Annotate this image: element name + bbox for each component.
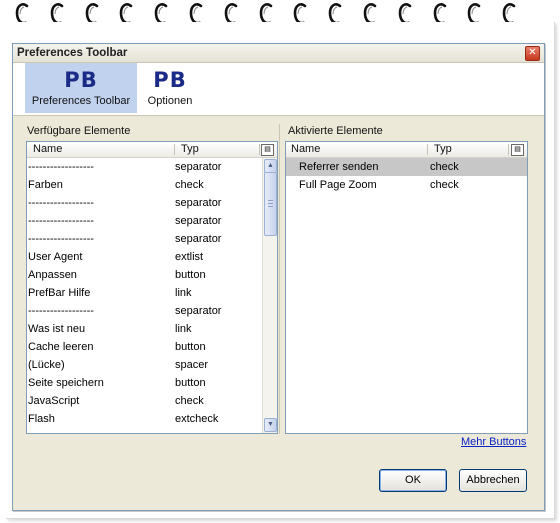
item-name: ------------------ <box>28 233 94 245</box>
title-bar[interactable]: Preferences Toolbar ✕ <box>13 44 544 63</box>
column-header-name[interactable]: Name <box>33 143 62 155</box>
ok-button[interactable]: OK <box>379 469 447 492</box>
prefbar-logo-icon: PB <box>153 68 187 92</box>
column-divider <box>174 144 175 155</box>
list-item[interactable]: ------------------ separator <box>27 230 277 248</box>
more-buttons-link[interactable]: Mehr Buttons <box>461 436 526 448</box>
item-type: extlist <box>175 251 204 263</box>
item-type: button <box>175 341 206 353</box>
active-elements-list[interactable]: Name Typ ▤ Referrer senden check Full Page… <box>285 141 528 434</box>
list-item[interactable]: Cache leeren button <box>27 338 277 356</box>
item-type: separator <box>175 215 222 227</box>
window-title: Preferences Toolbar <box>17 47 128 59</box>
list-item[interactable]: ------------------ separator <box>27 158 277 176</box>
item-type: button <box>175 377 206 389</box>
available-rows: ------------------ separator Farben check --… <box>27 158 277 428</box>
panel-splitter[interactable] <box>279 124 283 434</box>
item-name: Was ist neu <box>28 323 86 335</box>
item-name: (Lücke) <box>28 359 65 371</box>
column-header-name[interactable]: Name <box>291 143 320 155</box>
item-name: Full Page Zoom <box>299 179 377 191</box>
scroll-thumb[interactable] <box>264 172 277 236</box>
item-type: extcheck <box>175 413 219 425</box>
item-type: check <box>430 161 459 173</box>
list-item[interactable]: Farben check <box>27 176 277 194</box>
list-item[interactable]: Anpassen button <box>27 266 277 284</box>
list-item[interactable]: Was ist neu link <box>27 320 277 338</box>
item-name: Cache leeren <box>28 341 94 353</box>
list-item[interactable]: (Lücke) spacer <box>27 356 277 374</box>
item-type: separator <box>175 233 222 245</box>
tab-label: Optionen <box>147 95 193 107</box>
column-header-type[interactable]: Typ <box>181 143 199 155</box>
list-item[interactable]: JavaScript check <box>27 392 277 410</box>
item-name: Farben <box>28 179 63 191</box>
item-name: ------------------ <box>28 215 94 227</box>
active-rows: Referrer senden check Full Page Zoom check <box>286 158 527 194</box>
item-name: Seite speichern <box>28 377 104 389</box>
column-divider <box>508 144 509 155</box>
list-item[interactable]: User Agent extlist <box>27 248 277 266</box>
list-header: Name Typ ▤ <box>286 142 527 158</box>
item-name: Flash <box>28 413 55 425</box>
column-divider <box>427 144 428 155</box>
grip-line <box>268 203 273 204</box>
item-type: separator <box>175 197 222 209</box>
item-name: ------------------ <box>28 161 94 173</box>
item-name: User Agent <box>28 251 83 263</box>
column-header-type[interactable]: Typ <box>434 143 452 155</box>
grip-line <box>268 206 273 207</box>
grip-line <box>268 200 273 201</box>
close-button[interactable]: ✕ <box>525 46 540 61</box>
close-icon: ✕ <box>528 47 537 58</box>
available-elements-list[interactable]: Name Typ ▤ ------------------ separator Fa… <box>26 141 278 434</box>
item-type: check <box>430 179 459 191</box>
item-type: button <box>175 269 206 281</box>
cancel-button[interactable]: Abbrechen <box>459 469 527 492</box>
list-item[interactable]: Referrer senden check <box>286 158 527 176</box>
item-name: JavaScript <box>28 395 80 407</box>
active-elements-label: Aktivierte Elemente <box>288 125 383 137</box>
item-type: spacer <box>175 359 209 371</box>
scroll-up-icon[interactable]: ▲ <box>264 159 277 173</box>
column-picker-icon[interactable]: ▤ <box>511 144 524 156</box>
list-item[interactable]: Seite speichern button <box>27 374 277 392</box>
column-divider <box>259 144 260 155</box>
item-type: link <box>175 323 192 335</box>
column-picker-icon[interactable]: ▤ <box>261 144 274 156</box>
item-name: Anpassen <box>28 269 77 281</box>
tab-label: Preferences Toolbar <box>31 95 131 107</box>
scroll-down-icon[interactable]: ▼ <box>264 418 277 432</box>
preferences-dialog: Preferences Toolbar ✕ PB Preferences Too… <box>12 43 545 511</box>
item-name: ------------------ <box>28 305 94 317</box>
list-item[interactable]: Full Page Zoom check <box>286 176 527 194</box>
list-header: Name Typ ▤ <box>27 142 277 158</box>
list-item[interactable]: ------------------ separator <box>27 212 277 230</box>
category-toolbar: PB Preferences Toolbar PB Optionen <box>13 63 544 116</box>
item-type: separator <box>175 161 222 173</box>
list-item[interactable]: ------------------ separator <box>27 194 277 212</box>
item-name: ------------------ <box>28 197 94 209</box>
item-name: Referrer senden <box>299 161 379 173</box>
item-type: check <box>175 179 204 191</box>
available-elements-label: Verfügbare Elemente <box>27 125 131 137</box>
tab-optionen[interactable]: PB Optionen <box>143 63 197 113</box>
item-type: check <box>175 395 204 407</box>
vertical-scrollbar[interactable]: ▲ ▼ <box>262 158 277 433</box>
item-type: separator <box>175 305 222 317</box>
list-item[interactable]: ------------------ separator <box>27 302 277 320</box>
prefbar-logo-icon: PB <box>64 68 98 92</box>
tab-preferences-toolbar[interactable]: PB Preferences Toolbar <box>25 63 137 113</box>
list-item[interactable]: PrefBar Hilfe link <box>27 284 277 302</box>
item-name: PrefBar Hilfe <box>28 287 91 299</box>
list-item[interactable]: Flash extcheck <box>27 410 277 428</box>
item-type: link <box>175 287 192 299</box>
